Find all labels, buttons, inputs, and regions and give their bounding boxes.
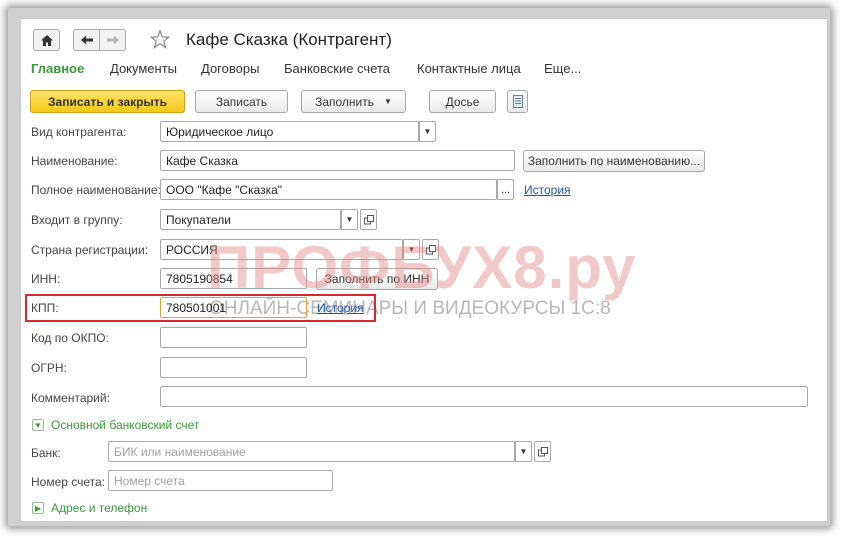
arrow-left-icon (80, 35, 93, 45)
comment-label: Комментарий: (31, 391, 110, 405)
bank-label: Банк: (31, 446, 61, 460)
tab-more[interactable]: Еще... (544, 61, 581, 76)
name-field[interactable]: Кафе Сказка (160, 150, 515, 171)
comment-field[interactable] (160, 386, 808, 407)
full-name-history-link[interactable]: История (524, 183, 571, 197)
forward-button[interactable] (99, 29, 126, 51)
account-label: Номер счета: (31, 475, 106, 489)
save-and-close-button[interactable]: Записать и закрыть (30, 90, 185, 113)
chevron-right-icon: ▶ (34, 503, 42, 513)
address-section-title[interactable]: Адрес и телефон (51, 501, 147, 515)
list-view-button[interactable] (507, 90, 528, 113)
group-field[interactable]: Покупатели (160, 209, 341, 230)
chevron-down-icon: ▼ (384, 97, 392, 106)
group-open-button[interactable] (360, 209, 377, 230)
tab-documents[interactable]: Документы (110, 61, 177, 76)
arrow-right-icon (106, 35, 119, 45)
tab-contact-persons[interactable]: Контактные лица (417, 61, 521, 76)
document-list-icon (512, 95, 523, 108)
dossier-button[interactable]: Досье (429, 90, 496, 113)
chevron-down-icon: ▼ (519, 447, 528, 456)
counterparty-form-window: Кафе Сказка (Контрагент) Главное Докумен… (20, 18, 828, 522)
open-window-icon (363, 214, 374, 224)
kind-label: Вид контрагента: (31, 125, 127, 139)
tab-main[interactable]: Главное (31, 61, 84, 76)
save-button[interactable]: Записать (195, 90, 288, 113)
full-name-edit-button[interactable]: ... (497, 179, 514, 200)
full-name-label: Полное наименование: (31, 183, 161, 197)
kind-dropdown[interactable]: ▼ (419, 121, 436, 142)
group-label: Входит в группу: (31, 213, 123, 227)
open-window-icon (537, 446, 548, 456)
bank-section-title[interactable]: Основной банковский счет (51, 418, 199, 432)
tab-contracts[interactable]: Договоры (201, 61, 259, 76)
chevron-down-icon: ▼ (34, 420, 42, 430)
country-label: Страна регистрации: (31, 243, 149, 257)
tab-bank-accounts[interactable]: Банковские счета (284, 61, 390, 76)
fill-by-name-button[interactable]: Заполнить по наименованию... (523, 150, 705, 172)
full-name-field[interactable]: ООО "Кафе "Сказка" (160, 179, 497, 200)
back-button[interactable] (73, 29, 100, 51)
watermark-logo: ПРОФБУХ8.ру (207, 234, 637, 301)
fill-button-label: Заполнить (315, 94, 374, 109)
kind-field[interactable]: Юридическое лицо (160, 121, 419, 142)
fill-dropdown-button[interactable]: Заполнить ▼ (301, 90, 406, 113)
name-label: Наименование: (31, 154, 118, 168)
bank-open-button[interactable] (534, 441, 551, 462)
group-dropdown[interactable]: ▼ (341, 209, 358, 230)
account-field[interactable]: Номер счета (108, 470, 333, 491)
star-icon[interactable] (150, 30, 170, 49)
okpo-label: Код по ОКПО: (31, 331, 109, 345)
kpp-highlight-frame (25, 294, 376, 322)
bank-section-toggle[interactable]: ▼ (32, 419, 44, 431)
ogrn-field[interactable] (160, 357, 307, 378)
ogrn-label: ОГРН: (31, 361, 67, 375)
page-title: Кафе Сказка (Контрагент) (186, 30, 392, 49)
address-section-toggle[interactable]: ▶ (32, 502, 44, 514)
chevron-down-icon: ▼ (423, 127, 432, 136)
account-placeholder: Номер счета (114, 474, 185, 488)
inn-label: ИНН: (31, 272, 61, 286)
bank-field[interactable]: БИК или наименование (108, 441, 515, 462)
bank-dropdown[interactable]: ▼ (515, 441, 532, 462)
home-button[interactable] (33, 29, 60, 51)
chevron-down-icon: ▼ (345, 215, 354, 224)
okpo-field[interactable] (160, 327, 307, 348)
bank-placeholder: БИК или наименование (114, 445, 246, 459)
home-icon (40, 34, 53, 46)
